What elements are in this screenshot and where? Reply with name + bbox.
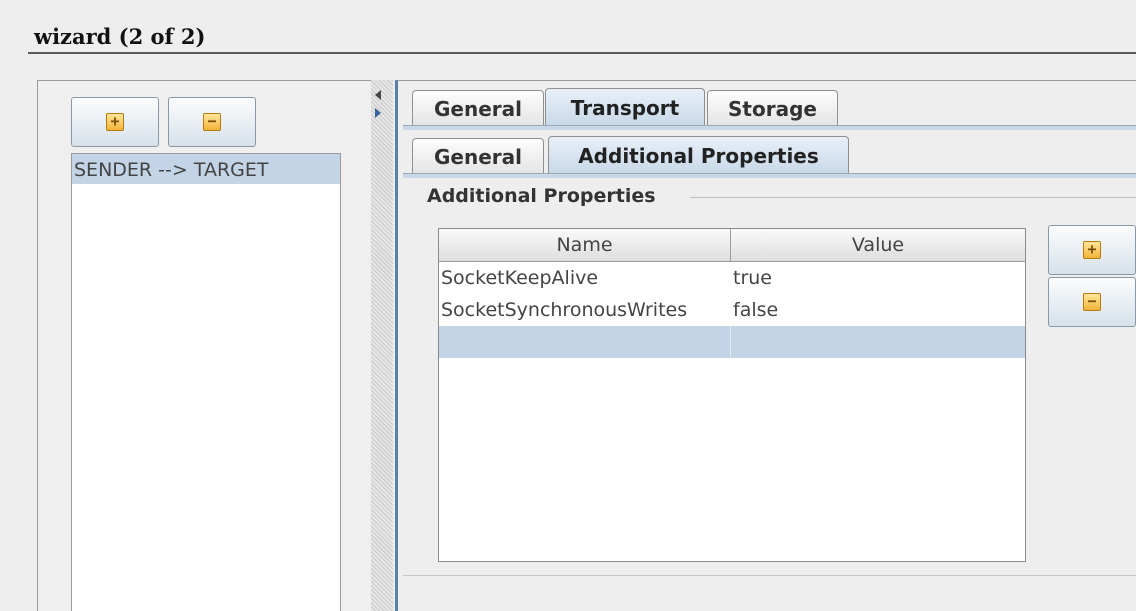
cell-name[interactable]: SocketKeepAlive: [439, 262, 731, 294]
cell-name[interactable]: SocketSynchronousWrites: [439, 294, 731, 326]
wizard-title: wizard (2 of 2): [34, 24, 206, 49]
column-header-name[interactable]: Name: [439, 229, 731, 261]
sub-tab-underline: [403, 173, 1136, 178]
settings-panel: General Transport Storage General Additi…: [395, 80, 1136, 611]
tab-transport[interactable]: Transport: [545, 88, 705, 126]
split-pane-divider[interactable]: [371, 80, 393, 611]
table-row[interactable]: SocketSynchronousWrites false: [439, 294, 1025, 326]
table-row-selected[interactable]: [439, 326, 1025, 358]
wizard-window: wizard (2 of 2) + − SENDER --> TARGET Ge…: [0, 0, 1136, 611]
route-item[interactable]: SENDER --> TARGET: [72, 154, 340, 184]
minus-icon: −: [1083, 293, 1101, 311]
subtab-additional-properties[interactable]: Additional Properties: [548, 136, 849, 174]
table-row[interactable]: SocketKeepAlive true: [439, 262, 1025, 294]
remove-route-button[interactable]: −: [168, 97, 256, 147]
remove-property-button[interactable]: −: [1048, 277, 1136, 327]
tab-general[interactable]: General: [412, 90, 544, 126]
add-property-button[interactable]: +: [1048, 225, 1136, 275]
table-header: Name Value: [439, 229, 1025, 262]
route-list[interactable]: SENDER --> TARGET: [71, 153, 341, 611]
cell-value[interactable]: false: [731, 294, 1025, 326]
minus-icon: −: [203, 113, 221, 131]
route-panel: + − SENDER --> TARGET: [37, 80, 372, 611]
collapse-left-arrow-icon[interactable]: [375, 90, 381, 100]
title-divider: [28, 52, 1136, 54]
cell-value[interactable]: true: [731, 262, 1025, 294]
cell-name[interactable]: [439, 326, 731, 358]
cell-value[interactable]: [731, 326, 1025, 358]
subtab-general[interactable]: General: [412, 138, 544, 174]
column-header-value[interactable]: Value: [731, 229, 1025, 261]
main-tab-underline: [403, 125, 1136, 130]
plus-icon: +: [106, 113, 124, 131]
plus-icon: +: [1083, 241, 1101, 259]
group-divider: [690, 197, 1136, 198]
expand-right-arrow-icon[interactable]: [375, 108, 381, 118]
properties-table[interactable]: Name Value SocketKeepAlive true SocketSy…: [438, 228, 1026, 562]
panel-divider: [403, 575, 1136, 576]
add-route-button[interactable]: +: [71, 97, 159, 147]
tab-storage[interactable]: Storage: [707, 90, 838, 126]
group-title: Additional Properties: [427, 185, 656, 207]
